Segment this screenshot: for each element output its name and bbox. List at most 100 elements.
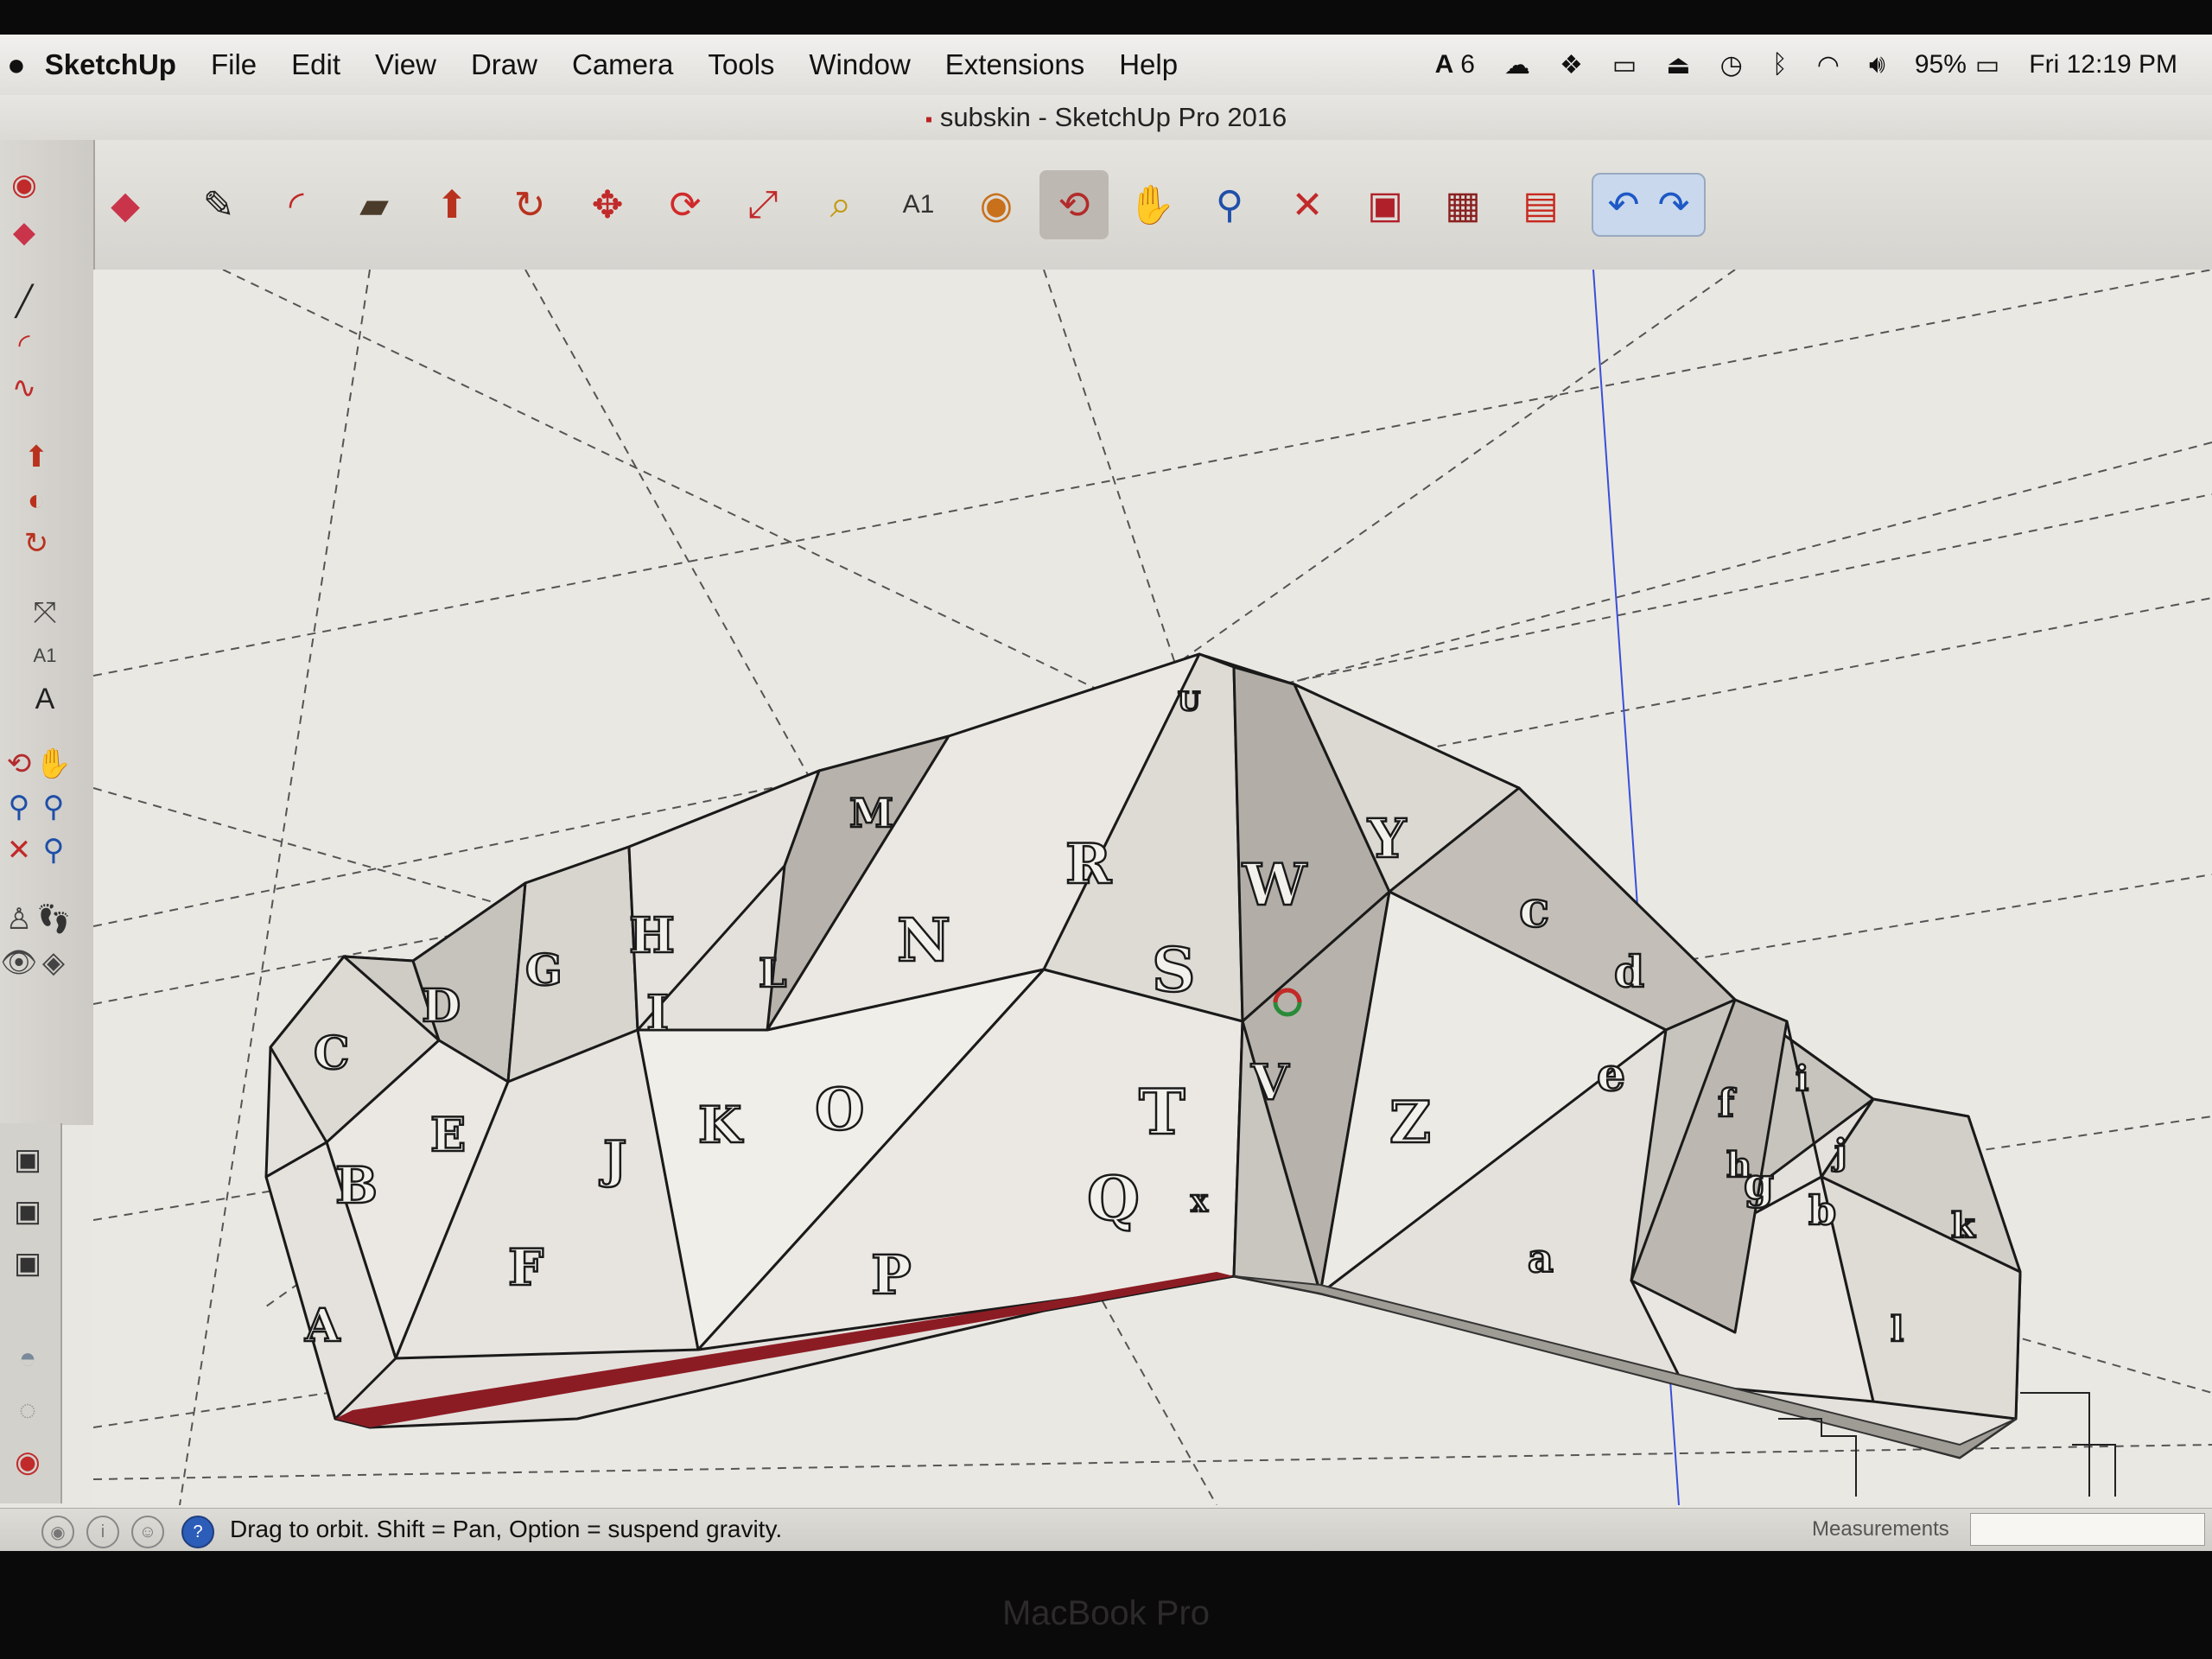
- menu-extras: A 6 ☁ ❖ ▭ ⏏ ◷ ᛒ ◠ 🔊︎ 95% ▭ Fri 12:19 PM: [1435, 35, 2177, 95]
- battery-percent[interactable]: 95%: [1915, 50, 1967, 79]
- adobe-icon[interactable]: A: [1435, 50, 1454, 79]
- shadows-icon[interactable]: ◓: [9, 1339, 47, 1377]
- menu-view[interactable]: View: [375, 48, 436, 81]
- line-icon[interactable]: ╱: [5, 283, 43, 321]
- freehand-icon[interactable]: ∿: [5, 369, 43, 407]
- model-viewport[interactable]: A B C D E F G H I J K L M N O P Q R S T: [92, 269, 2212, 1506]
- screen: ● SketchUp File Edit View Draw Camera To…: [0, 35, 2212, 1551]
- battery-icon[interactable]: ▭: [1975, 50, 1999, 80]
- letter-u: U: [1178, 687, 1200, 717]
- bluetooth-icon[interactable]: ᛒ: [1772, 50, 1788, 79]
- menu-app-name[interactable]: SketchUp: [45, 48, 176, 81]
- follow-me-icon[interactable]: ↻: [17, 524, 55, 563]
- text-icon[interactable]: A1: [26, 637, 64, 675]
- walk-icon[interactable]: 👣︎: [35, 900, 73, 938]
- wifi-icon[interactable]: ◠: [1817, 50, 1840, 80]
- model-canvas[interactable]: A B C D E F G H I J K L M N O P Q R S T: [92, 269, 2212, 1506]
- letter-a: A: [304, 1300, 340, 1352]
- letter-f-lower: f: [1718, 1082, 1737, 1126]
- views-toolbar: ▣ ▣ ▣ ◓ ◌ ◉: [0, 1123, 62, 1503]
- geo-location-status-icon[interactable]: ◉: [41, 1516, 74, 1548]
- menu-bar: ● SketchUp File Edit View Draw Camera To…: [0, 35, 2212, 96]
- pan-icon[interactable]: ✋: [1117, 170, 1186, 239]
- letter-k: K: [698, 1096, 744, 1154]
- arc-icon[interactable]: ◜: [262, 170, 331, 239]
- menu-help[interactable]: Help: [1119, 48, 1178, 81]
- volume-icon[interactable]: 🔊︎: [1869, 50, 1885, 79]
- eraser-icon[interactable]: ◆: [5, 213, 43, 251]
- menu-file[interactable]: File: [211, 48, 257, 81]
- move-icon[interactable]: ✥: [573, 170, 642, 239]
- letter-z: Z: [1389, 1089, 1431, 1156]
- dimension-icon[interactable]: ⤧: [26, 594, 64, 632]
- tape-measure-icon[interactable]: ⌕: [806, 170, 875, 239]
- cloud-upload-icon[interactable]: ☁: [1504, 50, 1530, 80]
- section-plane-icon[interactable]: ◈: [35, 944, 73, 982]
- front-view-icon[interactable]: ▣: [9, 1244, 47, 1282]
- extension-warehouse-icon[interactable]: ▦: [1428, 170, 1497, 239]
- layout-icon[interactable]: ▤: [1506, 170, 1575, 239]
- 3d-warehouse-icon[interactable]: ▣: [1351, 170, 1420, 239]
- info-status-icon[interactable]: i: [86, 1516, 119, 1548]
- menu-extensions[interactable]: Extensions: [945, 48, 1084, 81]
- push-pull-icon[interactable]: ⬆: [417, 170, 486, 239]
- dropbox-icon[interactable]: ❖: [1560, 50, 1583, 80]
- arc-icon[interactable]: ◜: [5, 326, 43, 364]
- measurements-input[interactable]: [1970, 1513, 2205, 1546]
- help-status-icon[interactable]: ?: [181, 1516, 214, 1548]
- iso-view-icon[interactable]: ▣: [9, 1141, 47, 1179]
- offset-icon[interactable]: ◐: [17, 481, 55, 519]
- apple-menu-icon[interactable]: ●: [7, 47, 26, 83]
- geo-location-icon[interactable]: ◉: [9, 1443, 47, 1481]
- follow-me-icon[interactable]: ↻: [495, 170, 564, 239]
- window-title-bar[interactable]: ▪ subskin - SketchUp Pro 2016: [0, 95, 2212, 140]
- airplay-icon[interactable]: ⏏: [1666, 50, 1690, 80]
- zoom-icon[interactable]: ⚲: [0, 788, 38, 826]
- letter-l: L: [759, 950, 786, 996]
- position-camera-icon[interactable]: ♙: [0, 900, 38, 938]
- display-icon[interactable]: ▭: [1612, 50, 1637, 80]
- orbit-icon[interactable]: ⟲: [1039, 170, 1109, 239]
- pan-icon[interactable]: ✋: [35, 745, 73, 783]
- fog-icon[interactable]: ◌: [9, 1391, 47, 1429]
- letter-f: F: [508, 1238, 543, 1297]
- time-machine-icon[interactable]: ◷: [1720, 50, 1743, 80]
- clock[interactable]: Fri 12:19 PM: [2029, 50, 2177, 79]
- menu-edit[interactable]: Edit: [291, 48, 340, 81]
- look-around-icon[interactable]: 👁︎: [0, 944, 38, 982]
- user-status-icon[interactable]: ☺: [131, 1516, 164, 1548]
- letter-y: Y: [1367, 807, 1407, 870]
- previous-view-icon[interactable]: ⚲: [35, 831, 73, 869]
- paint-bucket-icon[interactable]: ◉: [962, 170, 1031, 239]
- zoom-extents-icon[interactable]: ✕: [1273, 170, 1342, 239]
- menu-draw[interactable]: Draw: [471, 48, 537, 81]
- eraser-icon[interactable]: ◆: [91, 170, 160, 239]
- zoom-extents-icon[interactable]: ✕: [0, 831, 38, 869]
- pencil-icon[interactable]: ✎: [184, 170, 253, 239]
- push-pull-icon[interactable]: ⬆: [17, 438, 55, 476]
- zoom-window-icon[interactable]: ⚲: [35, 788, 73, 826]
- top-view-icon[interactable]: ▣: [9, 1192, 47, 1230]
- menu-camera[interactable]: Camera: [572, 48, 673, 81]
- letter-i: I: [646, 985, 669, 1042]
- subskin-model[interactable]: [264, 652, 2022, 1459]
- letter-k-lower: k: [1951, 1205, 1976, 1246]
- letter-c-lower: c: [1519, 880, 1549, 938]
- undo-icon[interactable]: ↶: [1599, 178, 1649, 232]
- rotate-icon[interactable]: ⟳: [651, 170, 720, 239]
- menu-tools[interactable]: Tools: [708, 48, 774, 81]
- window-title: subskin - SketchUp Pro 2016: [939, 102, 1287, 132]
- 3d-text-icon[interactable]: A: [26, 680, 64, 718]
- menu-window[interactable]: Window: [809, 48, 910, 81]
- select-icon[interactable]: ◉: [5, 166, 43, 204]
- letter-h-lower: h: [1726, 1145, 1751, 1185]
- letter-d: D: [422, 980, 461, 1033]
- scale-icon[interactable]: ⤢: [728, 170, 798, 239]
- status-message: Drag to orbit. Shift = Pan, Option = sus…: [230, 1516, 783, 1542]
- zoom-icon[interactable]: ⚲: [1195, 170, 1264, 239]
- text-icon[interactable]: A1: [884, 170, 953, 239]
- orbit-icon[interactable]: ⟲: [0, 745, 38, 783]
- letter-e: E: [430, 1107, 466, 1162]
- rectangle-icon[interactable]: ▰: [340, 170, 409, 239]
- redo-icon[interactable]: ↷: [1649, 178, 1699, 232]
